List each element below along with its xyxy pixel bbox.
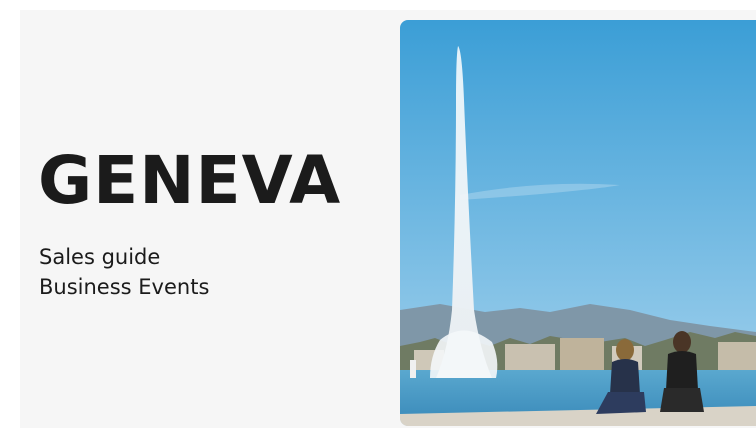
building [505,344,555,372]
cover-subtitle: Sales guide Business Events [39,242,209,302]
lighthouse [410,360,416,378]
subtitle-line-business-events: Business Events [39,275,210,299]
cover-title: GENEVA [38,142,342,219]
subtitle-line-sales-guide: Sales guide [39,245,161,269]
cover-photo [400,20,756,426]
building [560,338,604,372]
building [718,342,756,370]
jet-deau-illustration [400,20,756,426]
